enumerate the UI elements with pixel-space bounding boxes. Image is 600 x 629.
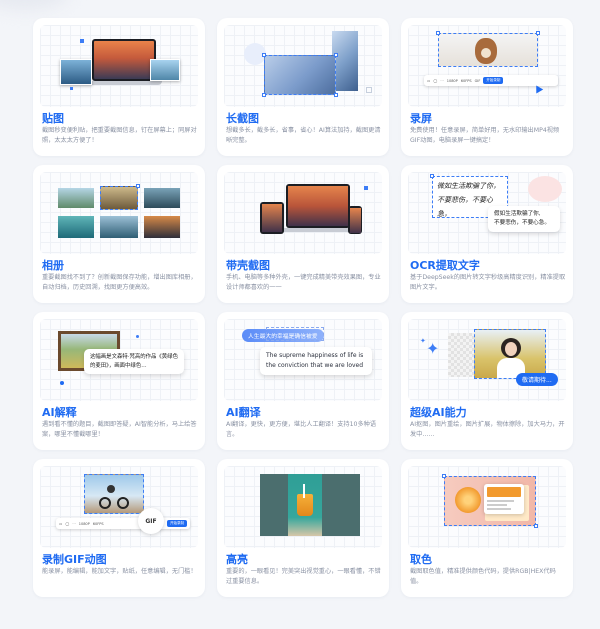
sparkle-icon: ✦	[426, 339, 440, 358]
card-title: OCR提取文字	[410, 259, 480, 272]
card-description: 重要的，一眼看见！完美突出视觉重心，一眼看懂，不错过重要信息。	[226, 568, 381, 585]
coming-soon-button[interactable]: 敬请期待...	[516, 373, 558, 386]
card-description: 截图秒变便利贴，把重要截图信息，钉在屏幕上；同屏对照，太太太方便了！	[42, 127, 197, 144]
gif-record-illustration: ▭ ◯ ⋯ 1080P 60FPS 开始录制 GIF	[40, 466, 198, 548]
device-frame-illustration	[224, 172, 382, 254]
phone-frame-icon	[348, 206, 362, 234]
card-description: 截图取色值，精准提供颜色代码，提供RGB|HEX代码值。	[410, 568, 556, 585]
ocr-illustration: 微如生活欺骗了你， 不要悲伤，不要心急， 假如生活欺骗了你, 不要悲伤，不要心急…	[408, 172, 566, 254]
album-photo-icon	[144, 216, 180, 238]
feature-card-ocr[interactable]: 微如生活欺骗了你， 不要悲伤，不要心急， 假如生活欺骗了你, 不要悲伤，不要心急…	[401, 165, 573, 303]
photo-icon	[150, 59, 180, 81]
feature-card-highlight[interactable]: 高亮 重要的，一眼看见！完美突出视觉重心，一眼看懂，不错过重要信息。	[217, 459, 389, 597]
card-description: AI翻译，更快，更方便，堪比人工翻译！支持10多种语言。	[226, 421, 377, 438]
translate-selection	[266, 327, 324, 341]
highlight-drink-icon	[288, 474, 322, 536]
ocr-result-line: 假如生活欺骗了你,	[494, 211, 541, 217]
card-description: 手机、电脑等多种外壳，一键完成精美带壳效果图，专业设计师都喜欢的一一	[226, 274, 381, 291]
card-title: 录制GIF动图	[42, 553, 107, 566]
feature-card-super-ai[interactable]: ✦ ✦ 敬请期待... 超级AI能力 AI抠图，图片重绘，图片扩展，物体擦除，加…	[401, 312, 573, 450]
sparkle-icon: ✦	[420, 337, 426, 345]
feature-card-ai-explain[interactable]: 这幅画是文森特·梵高的作品《黄绿色的麦田》，画面中绿色… AI解释 遇到看不懂的…	[33, 312, 205, 450]
ocr-result-line: 不要悲伤，不要心急。	[494, 220, 550, 226]
gif-resolution: 1080P	[78, 521, 90, 526]
tablet-frame-icon	[260, 202, 284, 234]
color-picker-illustration	[408, 466, 566, 548]
card-title: 高亮	[226, 553, 248, 566]
card-title: 长截图	[226, 112, 259, 125]
album-photo-icon	[100, 216, 138, 238]
feature-card-color-picker[interactable]: 取色 截图取色值，精准提供颜色代码，提供RGB|HEX代码值。	[401, 459, 573, 597]
record-format: GIF	[474, 78, 481, 83]
album-photo-icon	[100, 184, 140, 210]
color-picker-icon	[484, 484, 524, 514]
long-screenshot-illustration	[224, 25, 382, 107]
album-illustration	[40, 172, 198, 254]
card-title: 相册	[42, 259, 64, 272]
dog-photo-icon	[436, 31, 540, 67]
selection-frame	[262, 53, 338, 97]
card-title: 超级AI能力	[410, 406, 467, 419]
card-description: 遇到看不懂的题目，截图即答疑，AI智能分析，马上给答案，哪里不懂截哪里！	[42, 421, 197, 438]
card-title: 带壳截图	[226, 259, 270, 272]
card-description: 能录屏，能编辑，能加文字，贴纸，任意编辑，无门槛！	[42, 568, 197, 575]
card-title: AI翻译	[226, 406, 261, 419]
ai-translate-illustration: 人生最大的幸福是确信被爱 The supreme happiness of li…	[224, 319, 382, 401]
handwriting-line: 微如生活欺骗了你，	[437, 182, 500, 190]
card-description: 想截多长，截多长，省事，省心！AI算法加持，截图更清晰完整。	[226, 127, 381, 144]
screen-record-illustration: ▭ ◯ ⋯ 1080P 60FPS GIF 开始录制	[408, 25, 566, 107]
translate-result-popup: The supreme happiness of life is the con…	[260, 347, 372, 375]
ai-explain-popup: 这幅画是文森特·梵高的作品《黄绿色的麦田》，画面中绿色…	[84, 349, 184, 374]
device-frame-icon	[280, 184, 356, 234]
highlight-illustration	[224, 466, 382, 548]
pin-illustration	[40, 25, 198, 107]
gif-badge: GIF	[138, 508, 164, 534]
ai-explain-illustration: 这幅画是文森特·梵高的作品《黄绿色的麦田》，画面中绿色…	[40, 319, 198, 401]
album-photo-icon	[144, 188, 180, 208]
record-fps: 60FPS	[460, 78, 472, 83]
card-description: AI抠图，图片重绘，图片扩展，物体擦除，加大马力，开发中……	[410, 421, 565, 438]
photo-icon	[60, 59, 92, 85]
portrait-icon	[474, 329, 546, 379]
ocr-result-popup: 假如生活欺骗了你, 不要悲伤，不要心急。	[488, 206, 560, 232]
card-title: AI解释	[42, 406, 77, 419]
card-description: 基于DeepSeek的图片转文字秒级高精度识别，精准提取图片文字。	[410, 274, 566, 291]
gif-fps: 60FPS	[92, 521, 104, 526]
album-photo-icon	[58, 216, 94, 238]
feature-card-album[interactable]: 相册 重要截图找不到了？创新截图保存功能，增出图库相册，自动归档，历史回溯，找图…	[33, 165, 205, 303]
gif-start-button[interactable]: 开始录制	[167, 520, 187, 527]
feature-card-gif-record[interactable]: ▭ ◯ ⋯ 1080P 60FPS 开始录制 GIF 录制GIF动图 能录屏，能编辑…	[33, 459, 205, 597]
card-title: 贴图	[42, 112, 64, 125]
feature-card-device-frame[interactable]: 带壳截图 手机、电脑等多种外壳，一键完成精美带壳效果图，专业设计师都喜欢的一一	[217, 165, 389, 303]
super-ai-illustration: ✦ ✦ 敬请期待...	[408, 319, 566, 401]
card-description: 重要截图找不到了？创新截图保存功能，增出图库相册，自动归档，历史回溯，找图更方便…	[42, 274, 197, 291]
card-description: 免费使用！任意录屏，简单好用，无水印输出MP4视频GIF动图，电脑录屏一键搞定！	[410, 127, 560, 144]
card-title: 取色	[410, 553, 432, 566]
feature-card-long-screenshot[interactable]: 长截图 想截多长，截多长，省事，省心！AI算法加持，截图更清晰完整。	[217, 18, 389, 156]
decorative-blob	[0, 0, 70, 10]
feature-card-ai-translate[interactable]: 人生最大的幸福是确信被爱 The supreme happiness of li…	[217, 312, 389, 450]
gif-toolbar: ▭ ◯ ⋯ 1080P 60FPS 开始录制	[56, 518, 190, 529]
start-record-button[interactable]: 开始录制	[483, 77, 504, 84]
card-title: 录屏	[410, 112, 432, 125]
feature-card-screen-record[interactable]: ▭ ◯ ⋯ 1080P 60FPS GIF 开始录制 录屏 免费使用！任意录屏，简单…	[401, 18, 573, 156]
album-photo-icon	[58, 188, 94, 208]
record-resolution: 1080P	[446, 78, 458, 83]
cyclist-photo-icon	[84, 474, 144, 514]
feature-grid: 贴图 截图秒变便利贴，把重要截图信息，钉在屏幕上；同屏对照，太太太方便了！ 长截…	[33, 18, 573, 597]
feature-card-pin[interactable]: 贴图 截图秒变便利贴，把重要截图信息，钉在屏幕上；同屏对照，太太太方便了！	[33, 18, 205, 156]
